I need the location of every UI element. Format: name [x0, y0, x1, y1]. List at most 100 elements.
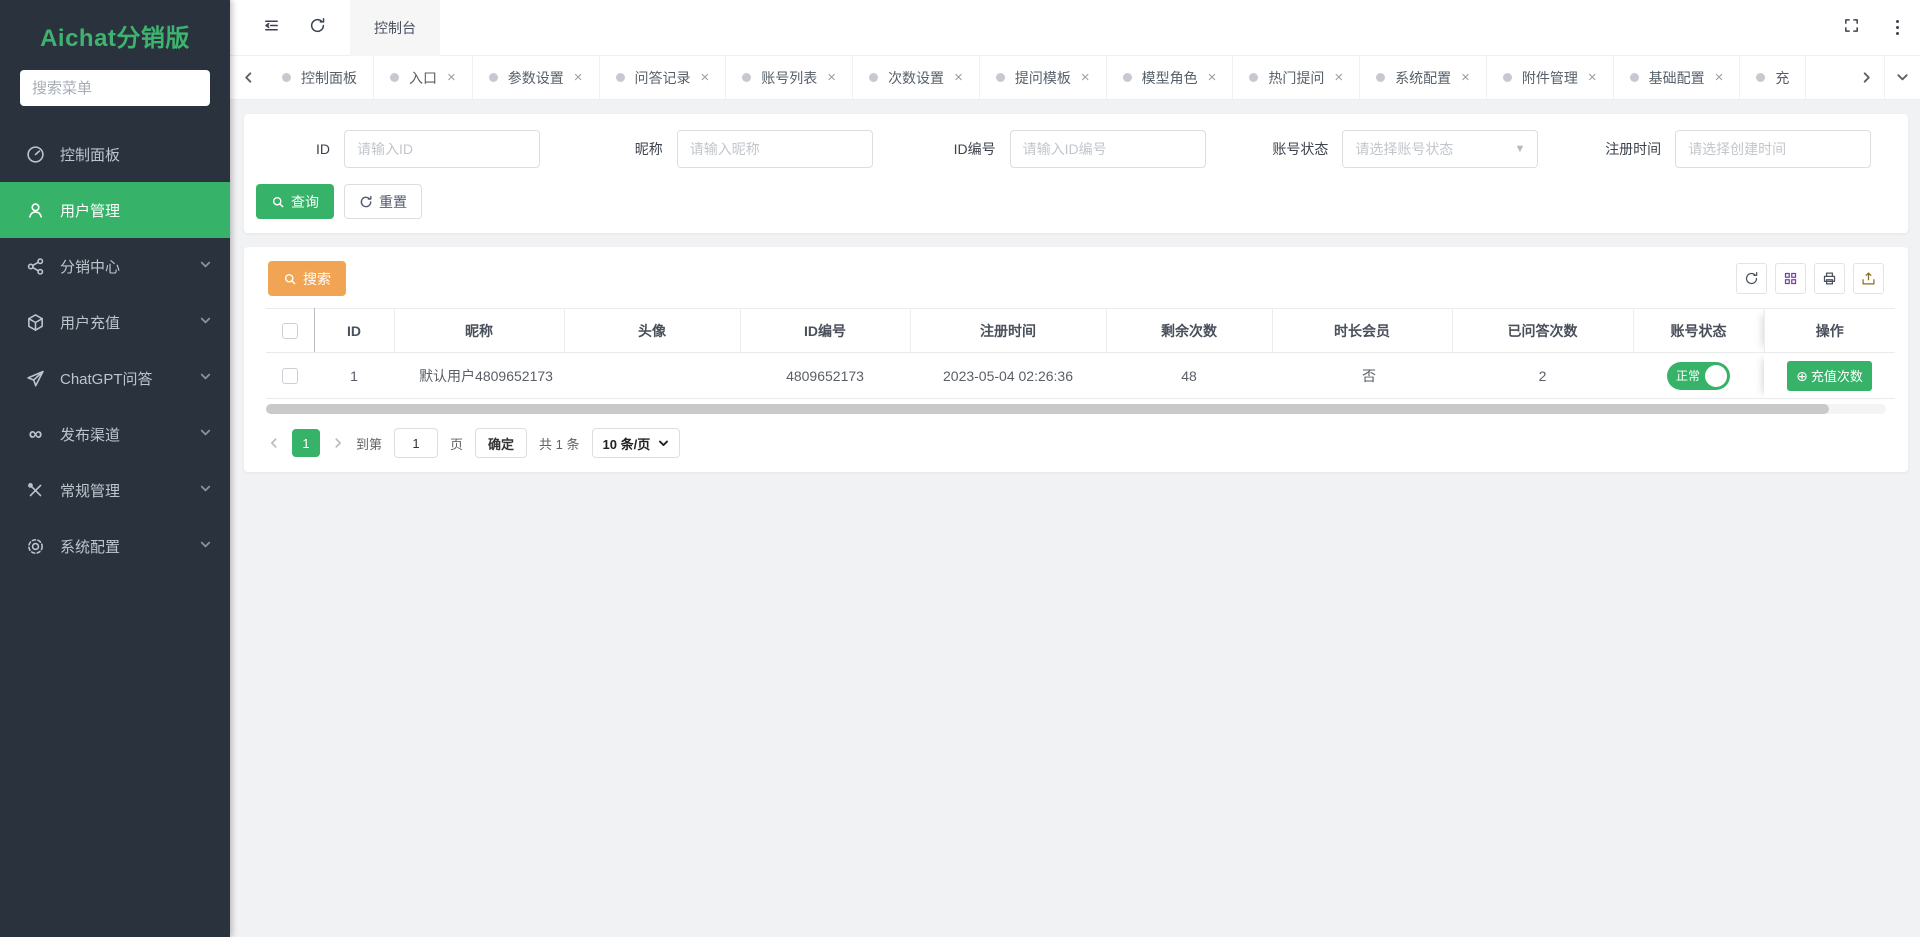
tab-close-icon[interactable]: ×	[1334, 70, 1343, 85]
sidebar-item-label: 分销中心	[60, 256, 120, 277]
table-columns-button[interactable]	[1775, 263, 1806, 294]
tab-dot-icon	[1249, 73, 1258, 82]
tab-close-icon[interactable]: ×	[827, 70, 836, 85]
more-menu-button[interactable]	[1874, 0, 1920, 56]
tab-close-icon[interactable]: ×	[1081, 70, 1090, 85]
chevron-down-icon	[199, 314, 212, 331]
tab-parameter-settings[interactable]: 参数设置 ×	[473, 56, 600, 99]
tab-qa-records[interactable]: 问答记录 ×	[600, 56, 727, 99]
chevron-down-icon	[199, 258, 212, 275]
tab-recharge-truncated[interactable]: 充	[1740, 56, 1806, 99]
kebab-icon	[1896, 20, 1899, 35]
column-header-answered-count: 已问答次数	[1452, 309, 1633, 353]
recharge-count-button[interactable]: ⊕ 充值次数	[1787, 361, 1872, 391]
sidebar-item-publish-channels[interactable]: ∞ 发布渠道	[0, 406, 230, 462]
status-toggle[interactable]: 正常	[1667, 362, 1730, 390]
tab-close-icon[interactable]: ×	[1461, 70, 1470, 85]
tabs-strip: 控制面板 入口 × 参数设置 × 问答记录 ×	[266, 56, 1848, 99]
sidebar-item-label: 用户充值	[60, 312, 120, 333]
plus-circle-icon: ⊕	[1796, 369, 1808, 383]
app-logo: Aichat分销版	[0, 0, 230, 70]
select-all-checkbox[interactable]	[282, 323, 298, 339]
tab-close-icon[interactable]: ×	[1588, 70, 1597, 85]
tools-icon	[26, 481, 45, 500]
tab-account-list[interactable]: 账号列表 ×	[726, 56, 853, 99]
filter-id-number-input[interactable]	[1010, 130, 1206, 168]
sidebar-item-chatgpt-qa[interactable]: ChatGPT问答	[0, 350, 230, 406]
console-tab[interactable]: 控制台	[350, 0, 440, 56]
table-refresh-button[interactable]	[1736, 263, 1767, 294]
refresh-page-button[interactable]	[294, 0, 340, 56]
tab-dot-icon	[1630, 73, 1639, 82]
table-print-button[interactable]	[1814, 263, 1845, 294]
sidebar-item-general-management[interactable]: 常规管理	[0, 462, 230, 518]
tab-basic-config[interactable]: 基础配置 ×	[1614, 56, 1741, 99]
cell-id: 1	[314, 353, 394, 399]
tab-close-icon[interactable]: ×	[574, 70, 583, 85]
fullscreen-button[interactable]	[1828, 0, 1874, 56]
goto-prefix-label: 到第	[356, 434, 382, 453]
sidebar-item-label: 用户管理	[60, 200, 120, 221]
sidebar-menu: 控制面板 用户管理 分销中心	[0, 126, 230, 574]
search-toggle-button[interactable]: 搜索	[268, 261, 346, 296]
tabs-scroll-right-button[interactable]	[1848, 56, 1884, 99]
table-row: 1 默认用户4809652173 4809652173 2023-05-04 0…	[266, 353, 1895, 399]
tab-attachment-management[interactable]: 附件管理 ×	[1487, 56, 1614, 99]
table-export-button[interactable]	[1853, 263, 1884, 294]
column-header-actions: 操作	[1764, 309, 1895, 353]
tab-dashboard[interactable]: 控制面板	[266, 56, 374, 99]
previous-page-button[interactable]	[268, 437, 280, 449]
page-content: ID 昵称 ID编号 账号状态 请选择账号状态	[230, 100, 1920, 937]
search-icon	[271, 195, 285, 209]
tabs-menu-button[interactable]	[1884, 56, 1920, 99]
filter-label-id-number: ID编号	[910, 139, 1010, 159]
scrollbar-thumb[interactable]	[266, 404, 1829, 414]
refresh-icon	[309, 17, 326, 39]
sidebar-item-dashboard[interactable]: 控制面板	[0, 126, 230, 182]
reset-button[interactable]: 重置	[344, 184, 422, 219]
tab-close-icon[interactable]: ×	[1715, 70, 1724, 85]
page-size-select[interactable]: 10 条/页	[592, 428, 681, 458]
tab-count-settings[interactable]: 次数设置 ×	[853, 56, 980, 99]
tab-hot-questions[interactable]: 热门提问 ×	[1233, 56, 1360, 99]
page-number-button[interactable]: 1	[292, 429, 320, 457]
filter-account-status-select[interactable]: 请选择账号状态 ▼	[1342, 130, 1538, 168]
goto-suffix-label: 页	[450, 434, 463, 453]
chevron-down-icon	[658, 438, 669, 449]
filter-id-input[interactable]	[344, 130, 540, 168]
row-checkbox[interactable]	[282, 368, 298, 384]
chevron-right-icon	[332, 437, 344, 449]
filter-label-nickname: 昵称	[577, 139, 677, 159]
tab-close-icon[interactable]: ×	[1208, 70, 1217, 85]
cube-icon	[26, 313, 45, 332]
next-page-button[interactable]	[332, 437, 344, 449]
horizontal-scrollbar[interactable]	[266, 404, 1886, 414]
filter-label-register-time: 注册时间	[1575, 139, 1675, 159]
sidebar-item-user-recharge[interactable]: 用户充值	[0, 294, 230, 350]
tab-close-icon[interactable]: ×	[954, 70, 963, 85]
chevron-down-icon	[1896, 71, 1909, 84]
tab-close-icon[interactable]: ×	[701, 70, 710, 85]
menu-search-input[interactable]	[20, 70, 210, 106]
tabs-scroll-left-button[interactable]	[230, 56, 266, 99]
tab-model-roles[interactable]: 模型角色 ×	[1107, 56, 1234, 99]
top-header-bar: 控制台	[230, 0, 1920, 56]
cell-duration-member: 否	[1272, 353, 1452, 399]
tab-close-icon[interactable]: ×	[447, 70, 456, 85]
sidebar-item-distribution-center[interactable]: 分销中心	[0, 238, 230, 294]
query-button[interactable]: 查询	[256, 184, 334, 219]
tab-system-config[interactable]: 系统配置 ×	[1360, 56, 1487, 99]
columns-icon	[1783, 271, 1798, 286]
tab-question-templates[interactable]: 提问模板 ×	[980, 56, 1107, 99]
table-header-row: ID 昵称 头像 ID编号 注册时间 剩余次数 时长会员 已问答次数 账号状态 …	[266, 309, 1895, 353]
sidebar-item-system-config[interactable]: 系统配置	[0, 518, 230, 574]
goto-page-input[interactable]	[394, 428, 438, 458]
filter-register-time-input[interactable]	[1675, 130, 1871, 168]
goto-confirm-button[interactable]: 确定	[475, 428, 527, 458]
tab-entry[interactable]: 入口 ×	[374, 56, 473, 99]
filter-nickname-input[interactable]	[677, 130, 873, 168]
sidebar-item-user-management[interactable]: 用户管理	[0, 182, 230, 238]
collapse-sidebar-button[interactable]	[248, 0, 294, 56]
cell-account-status: 正常	[1633, 353, 1764, 399]
column-header-id: ID	[314, 309, 394, 353]
